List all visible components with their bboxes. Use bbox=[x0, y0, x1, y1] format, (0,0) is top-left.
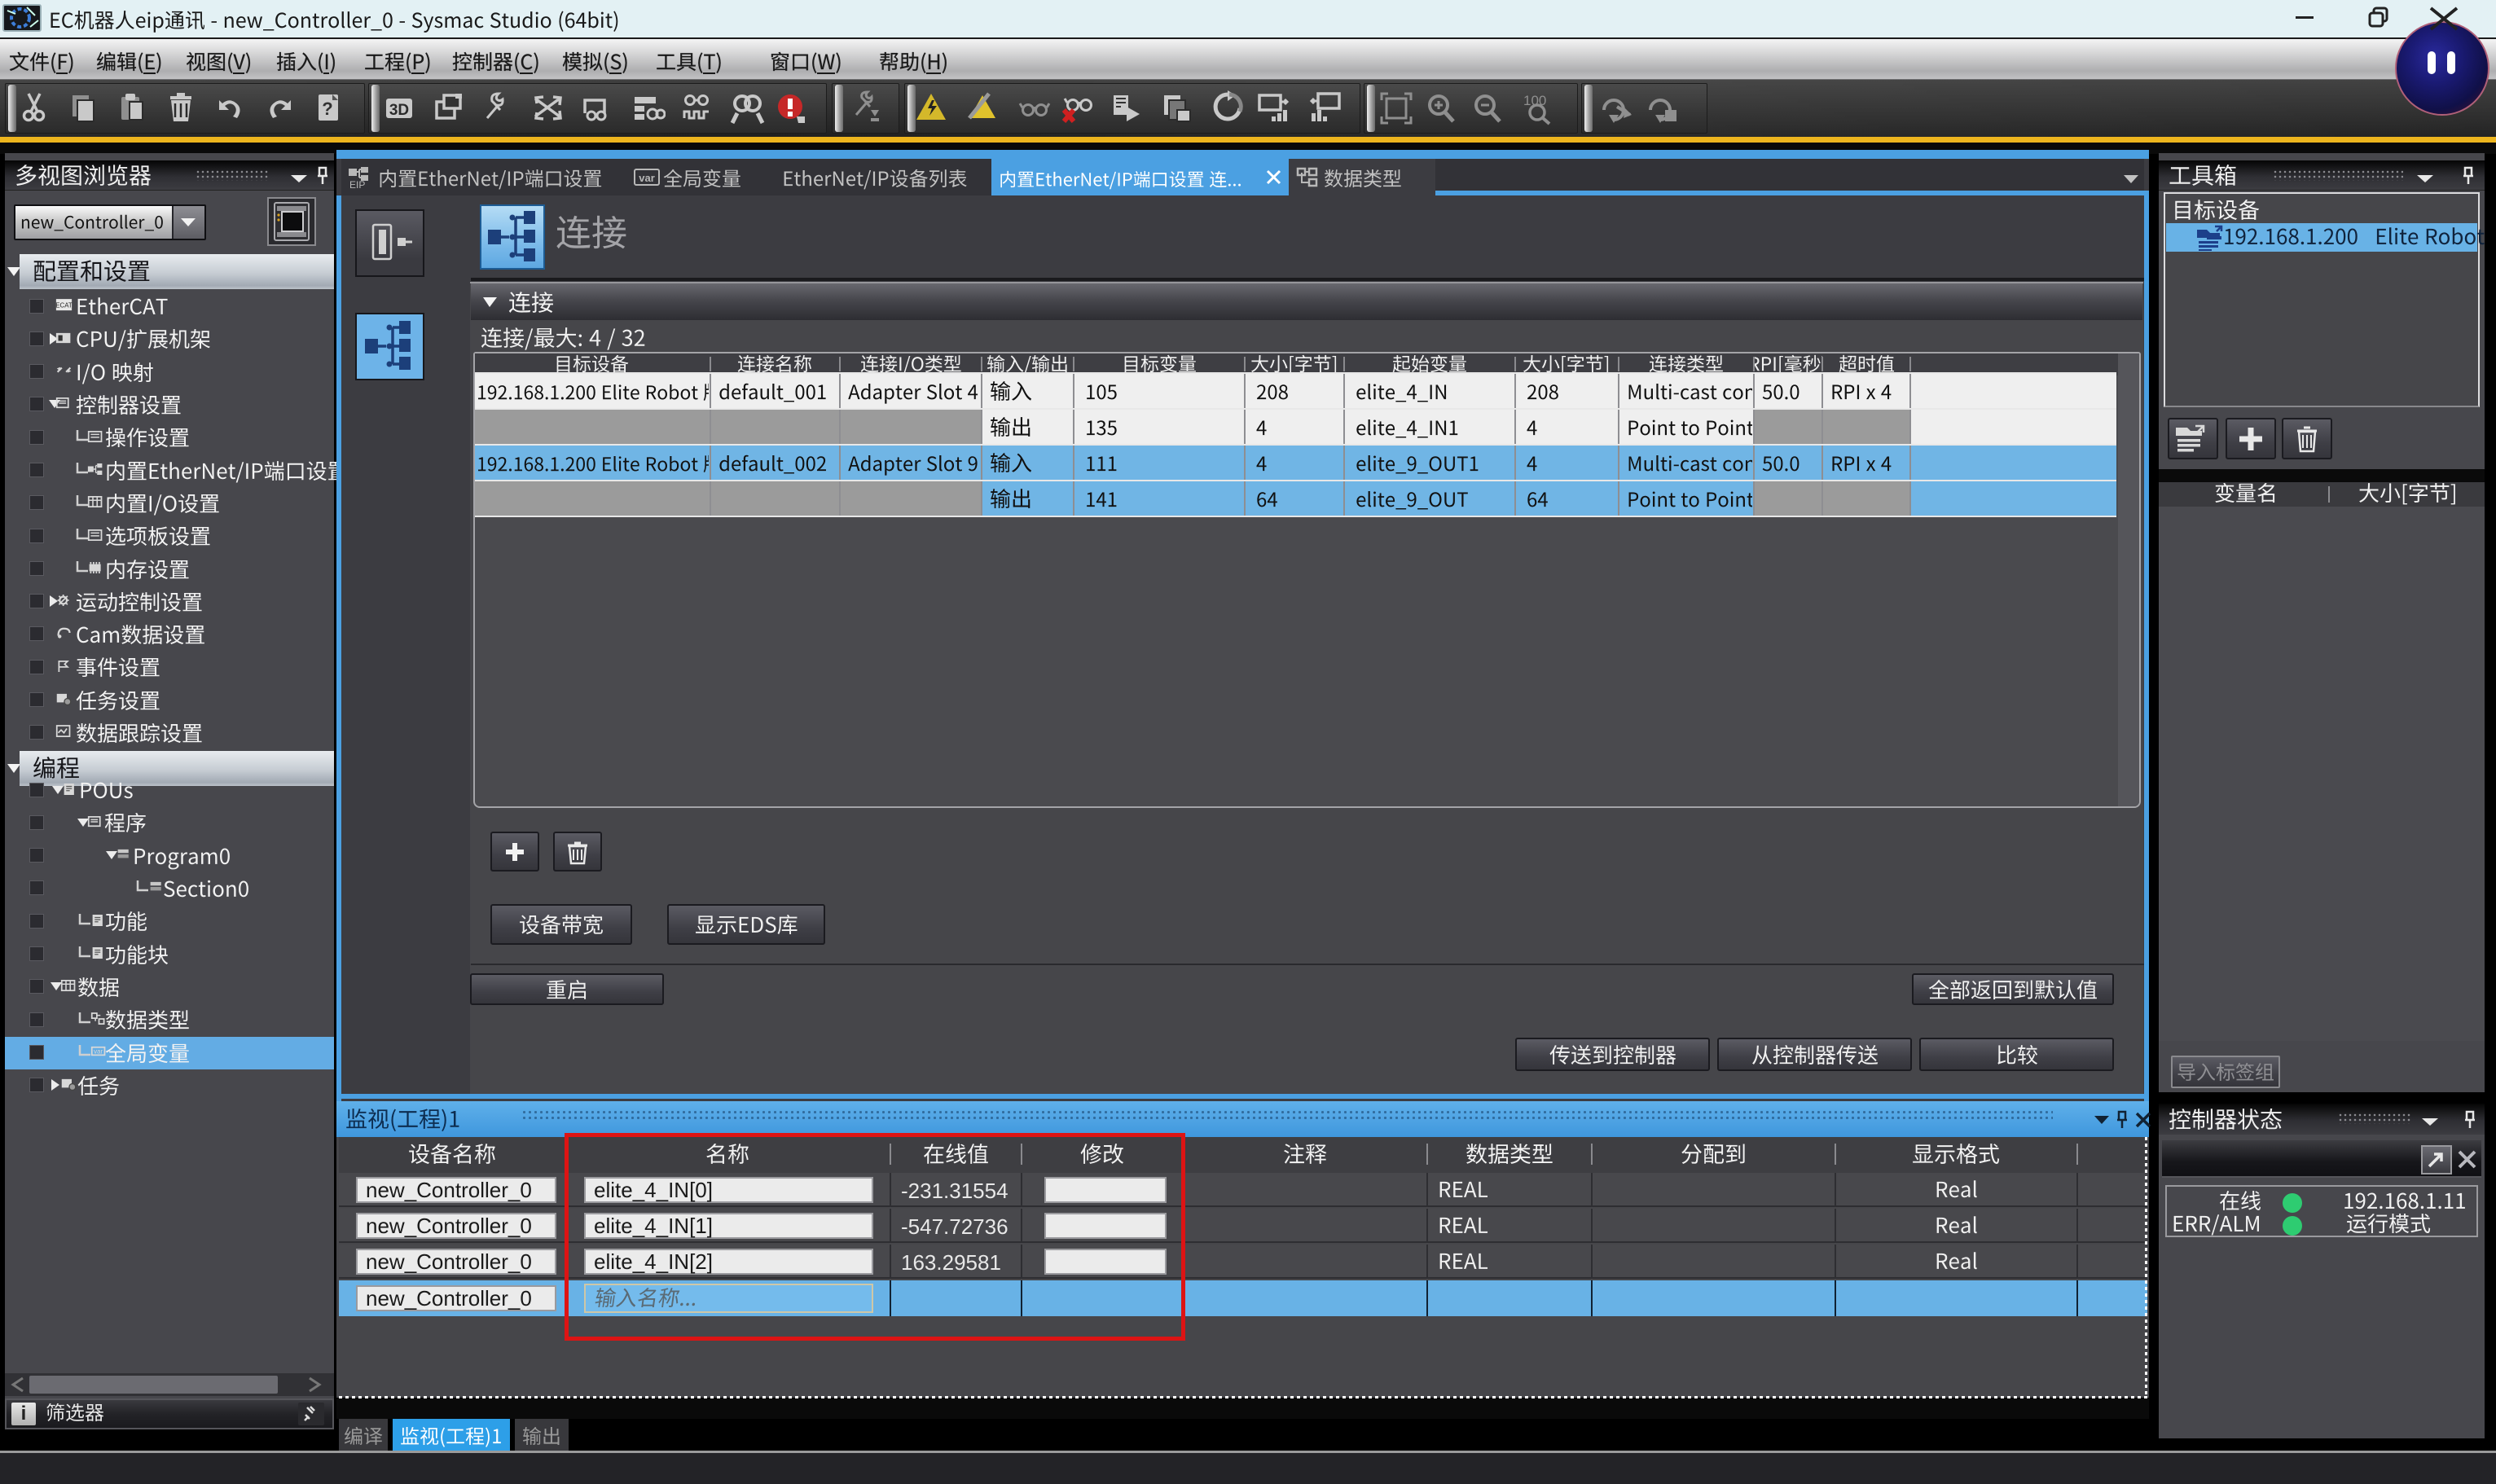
svg-text:var: var bbox=[94, 1048, 103, 1056]
svg-text:EIP: EIP bbox=[349, 179, 365, 190]
svg-text:?: ? bbox=[322, 99, 332, 119]
svg-text:ECAT: ECAT bbox=[55, 302, 73, 310]
svg-text:3D: 3D bbox=[389, 102, 409, 119]
svg-text:var: var bbox=[639, 172, 655, 184]
